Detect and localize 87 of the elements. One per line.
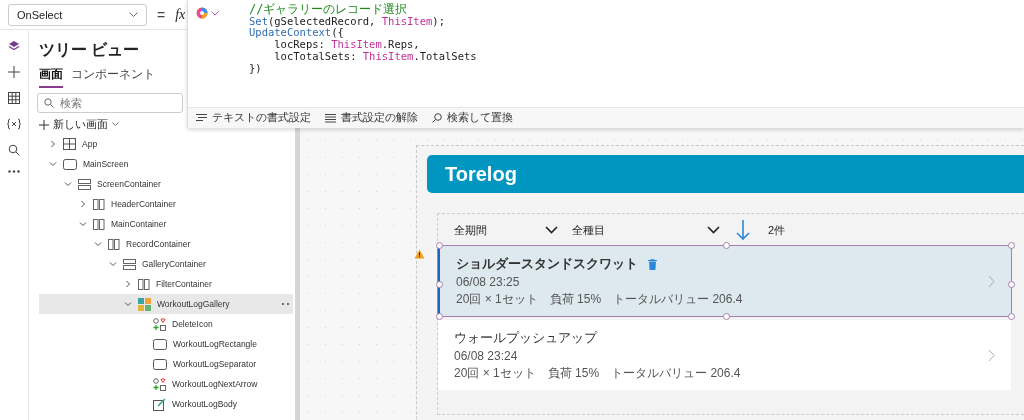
more-icon[interactable] <box>8 170 20 173</box>
arrow-down-icon[interactable] <box>736 219 750 241</box>
rectangle-icon <box>153 338 167 350</box>
tree-item[interactable]: WorkoutLogSeparator <box>39 354 293 374</box>
selection-handle[interactable] <box>436 281 443 288</box>
rectangle-icon <box>153 358 167 370</box>
chevron-right-icon[interactable] <box>49 140 57 148</box>
record-title: ショルダースタンドスクワット <box>456 255 638 273</box>
property-dropdown[interactable]: OnSelect <box>8 3 147 26</box>
period-dropdown[interactable]: 全期間 <box>454 222 558 238</box>
plus-icon[interactable] <box>8 66 20 78</box>
app-icon <box>63 138 76 150</box>
chevron-right-icon[interactable] <box>79 200 87 208</box>
tree-item[interactable]: MainScreen <box>39 154 293 174</box>
variables-icon[interactable] <box>7 118 21 130</box>
record-count: 2件 <box>768 222 786 238</box>
chevron-down-icon[interactable] <box>64 180 72 188</box>
new-screen-button[interactable]: 新しい画面 <box>39 117 119 132</box>
chevron-right-icon[interactable] <box>988 274 995 288</box>
edit-text-icon <box>153 397 166 411</box>
icons-icon <box>153 317 166 331</box>
tree-item[interactable]: RecordContainer <box>39 234 293 254</box>
icons-icon <box>153 377 166 391</box>
trash-icon[interactable] <box>648 258 657 270</box>
tree-item[interactable]: WorkoutLogGallery <box>39 294 293 314</box>
copilot-icon[interactable] <box>196 7 208 19</box>
record-detail: 20回 × 1セット 負荷 15% トータルバリュー 206.4 <box>454 365 742 382</box>
selection-handle[interactable] <box>1008 242 1015 249</box>
tree-item[interactable]: MainContainer <box>39 214 293 234</box>
warning-icon[interactable] <box>414 249 425 259</box>
selection-handle[interactable] <box>1008 281 1015 288</box>
horizontal-container-icon <box>138 278 150 290</box>
chevron-down-icon[interactable] <box>211 10 219 16</box>
screen-icon <box>63 158 77 170</box>
chevron-down-icon[interactable] <box>109 260 117 268</box>
chevron-down-icon[interactable] <box>49 160 57 168</box>
horizontal-container-icon <box>108 238 120 250</box>
tree-item[interactable]: App <box>39 134 293 154</box>
chevron-down-icon <box>707 226 720 234</box>
chevron-down-icon <box>545 226 558 234</box>
search-icon[interactable] <box>8 144 20 156</box>
search-icon <box>44 98 54 108</box>
tree-item[interactable]: WorkoutLogRectangle <box>39 334 293 354</box>
chevron-down-icon <box>112 122 119 127</box>
tree-item[interactable]: FilterContainer <box>39 274 293 294</box>
vertical-container-icon <box>78 178 91 190</box>
tree-item[interactable]: GalleryContainer <box>39 254 293 274</box>
equals-sign: = <box>157 6 166 23</box>
layers-icon[interactable] <box>8 40 20 52</box>
plus-icon <box>39 119 49 130</box>
horizontal-container-icon <box>93 198 105 210</box>
tree-item[interactable]: WorkoutLogBody <box>39 394 293 414</box>
toolbar-button[interactable]: テキストの書式設定 <box>194 111 313 125</box>
tab[interactable]: 画面 <box>39 65 63 88</box>
vertical-container-icon <box>123 258 136 270</box>
gallery-icon <box>138 297 151 311</box>
formula-editor[interactable]: //ギャラリーのレコード選択 Set(gSelectedRecord, ThisItem); UpdateContext({ locReps: ThisItem.Reps, locTotalSets: ThisItem.TotalSets }) テキストの書式設定 書式設定の解除 検索して置換 <box>187 0 1024 128</box>
chevron-down-icon[interactable] <box>79 220 87 228</box>
chevron-right-icon[interactable] <box>988 348 995 362</box>
tree-item[interactable]: ScreenContainer <box>39 174 293 194</box>
category-dropdown[interactable]: 全種目 <box>572 222 720 238</box>
fx-label: fx <box>175 6 186 23</box>
tab[interactable]: コンポーネント <box>71 65 155 88</box>
toolbar-button[interactable]: 書式設定の解除 <box>323 111 420 125</box>
selection-handle[interactable] <box>722 242 730 249</box>
search-icon <box>432 113 442 123</box>
app-header: Torelog <box>427 155 1024 193</box>
table-icon[interactable] <box>8 92 20 104</box>
lines-icon <box>325 113 336 123</box>
record-detail: 20回 × 1セット 負荷 15% トータルバリュー 206.4 <box>456 291 744 308</box>
chevron-down-icon <box>129 11 138 18</box>
selection-handle[interactable] <box>436 242 443 249</box>
tree-item[interactable]: DeleteIcon <box>39 314 293 334</box>
record-item[interactable]: ウォールプッシュアップ 06/08 23:24 20回 × 1セット 負荷 15% トータルバリュー 206.4 <box>438 320 1011 390</box>
formula-code[interactable]: //ギャラリーのレコード選択 Set(gSelectedRecord, ThisItem); UpdateContext({ locReps: ThisItem.Reps, locTotalSets: ThisItem.TotalSets }) <box>249 4 477 107</box>
record-datetime: 06/08 23:25 <box>456 275 521 289</box>
text-format-icon <box>196 114 207 122</box>
tree-item[interactable]: WorkoutLogNextArrow <box>39 374 293 394</box>
toolbar-button[interactable]: 検索して置換 <box>430 111 515 125</box>
tree-item[interactable]: HeaderContainer <box>39 194 293 214</box>
chevron-down-icon[interactable] <box>94 240 102 248</box>
record-title: ウォールプッシュアップ <box>454 329 597 347</box>
search-field[interactable]: 検索 <box>37 93 183 113</box>
chevron-right-icon[interactable] <box>124 280 132 288</box>
record-datetime: 06/08 23:24 <box>454 349 519 363</box>
horizontal-container-icon <box>93 218 105 230</box>
chevron-down-icon[interactable] <box>124 300 132 308</box>
